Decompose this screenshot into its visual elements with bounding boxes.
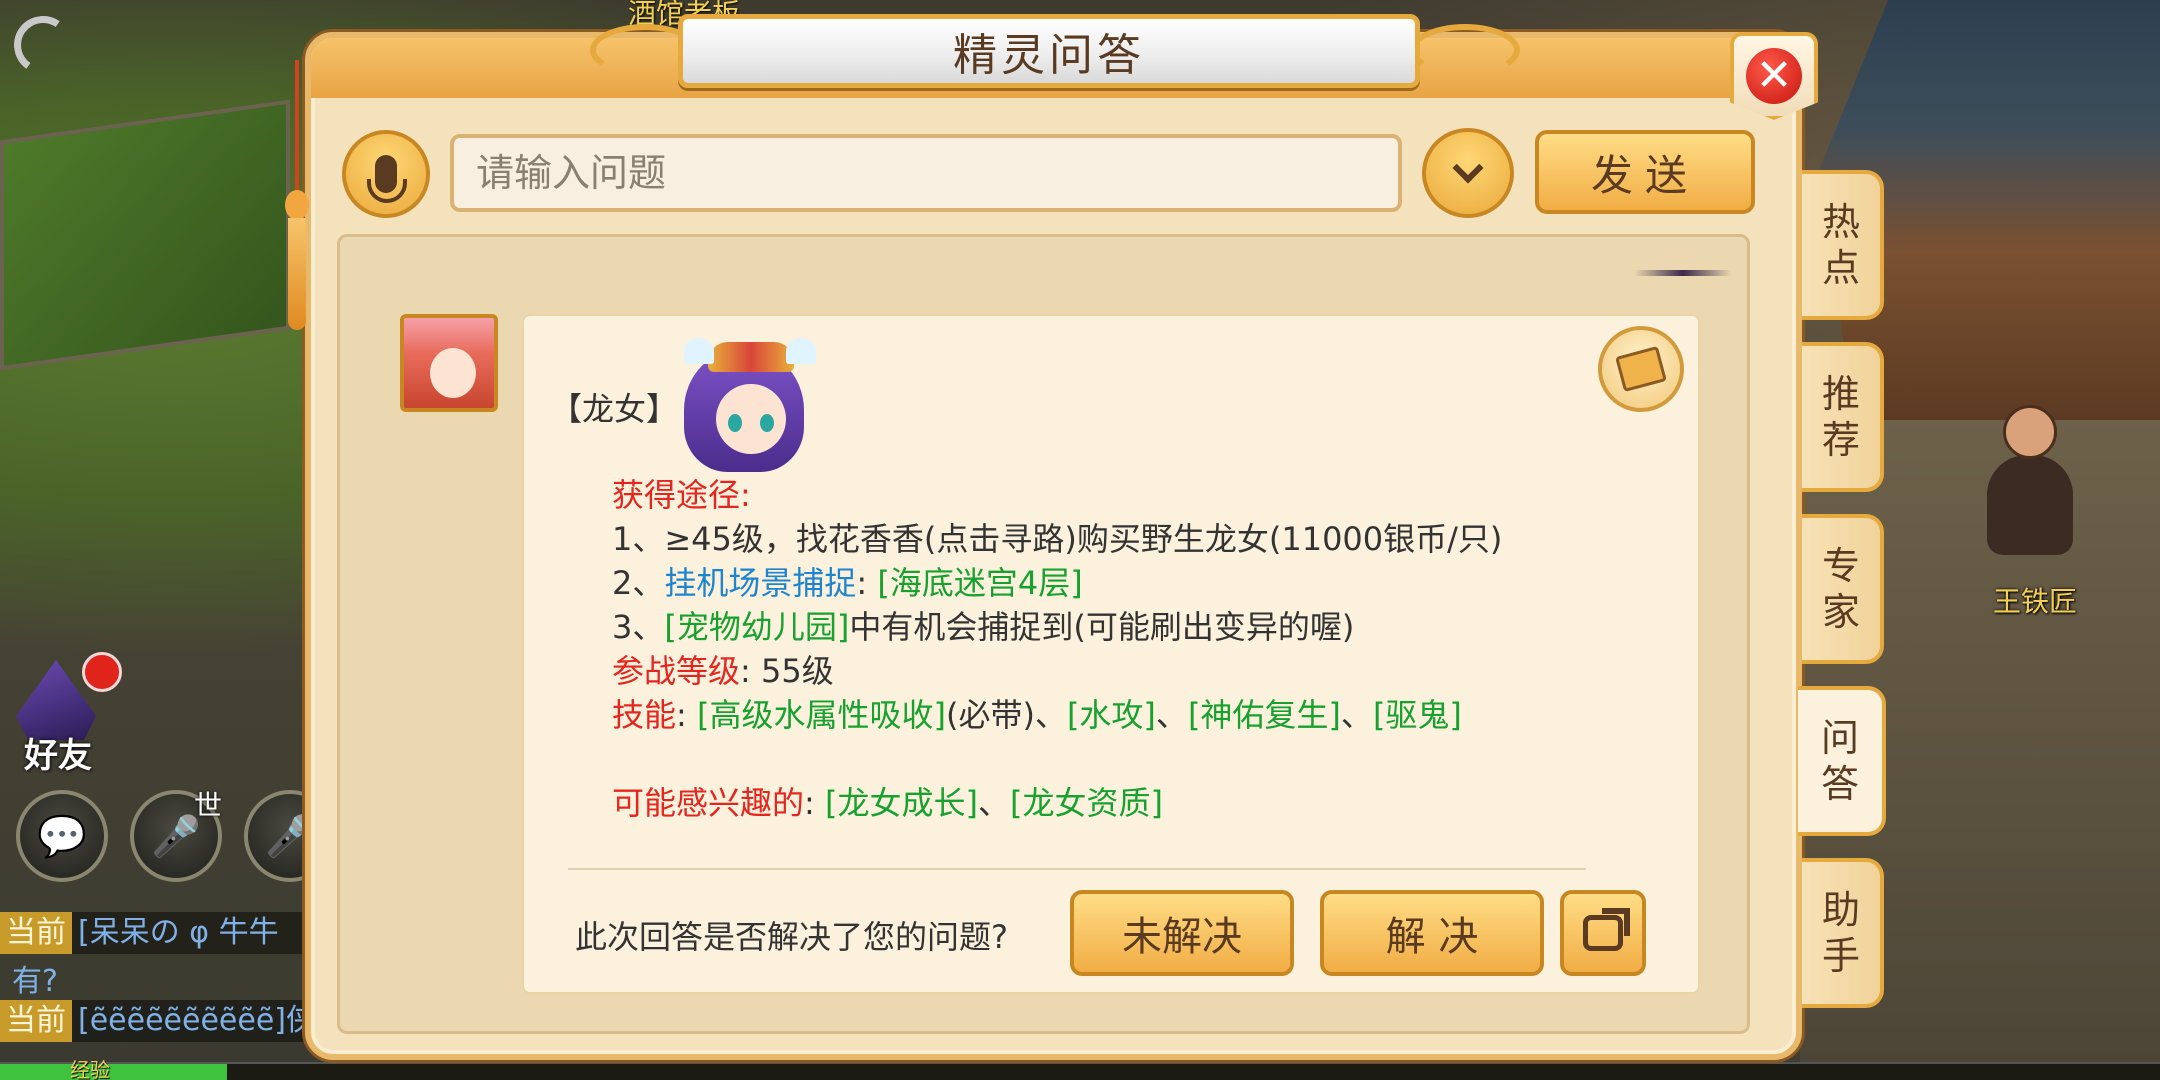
- tab-label: 热 点: [1821, 200, 1860, 290]
- tassel-tail: [288, 218, 306, 330]
- skills-label: 技能: [612, 696, 677, 734]
- dialog-title: 精灵问答: [953, 30, 1145, 81]
- interest-label: 可能感兴趣的: [612, 784, 805, 822]
- divider: [568, 868, 1586, 870]
- npc-body: [1987, 455, 2073, 555]
- tab-recommend[interactable]: 推 荐: [1802, 342, 1884, 492]
- world-voice-tag: 世: [193, 789, 222, 822]
- pet-crown: [708, 342, 794, 372]
- skill-link[interactable]: [驱鬼]: [1373, 696, 1462, 734]
- battle-level-value: : 55级: [740, 652, 834, 690]
- tab-expert[interactable]: 专 家: [1802, 514, 1884, 664]
- chat-channel: 当前: [0, 1000, 72, 1042]
- share-icon: [1583, 915, 1623, 951]
- place-link-pet-kindergarten[interactable]: [宠物幼儿园]: [664, 608, 849, 646]
- share-button[interactable]: [1560, 890, 1646, 976]
- skill-link[interactable]: [神佑复生]: [1188, 696, 1341, 734]
- solved-button[interactable]: 解 决: [1320, 890, 1544, 976]
- obtain-line-3: 3、[宠物幼儿园]中有机会捕捉到(可能刷出变异的喔): [612, 606, 1354, 648]
- chat-channel: 当前: [0, 912, 72, 954]
- pet-wing: [684, 338, 714, 364]
- exp-bar-fill: [0, 1064, 227, 1080]
- obtain-line-1: 1、≥45级，找花香香(点击寻路)购买野生龙女(11000银币/只): [612, 520, 1503, 558]
- battle-level-line: 参战等级: 55级: [612, 650, 834, 692]
- encyclopedia-button[interactable]: [1598, 326, 1684, 412]
- tab-assistant[interactable]: 助 手: [1802, 858, 1884, 1008]
- scroll-indicator[interactable]: [1634, 270, 1732, 276]
- exp-bar: [0, 1062, 2160, 1080]
- title-plate: 精灵问答: [678, 14, 1420, 88]
- tab-label: 专 家: [1821, 544, 1860, 634]
- tab-label: 助 手: [1821, 888, 1860, 978]
- close-icon: ✕: [1746, 48, 1802, 104]
- chevron-down-icon: [1452, 152, 1484, 184]
- chat-line[interactable]: 当前 [呆呆の φ 牛牛: [0, 912, 310, 954]
- pet-portrait[interactable]: [678, 334, 820, 474]
- pet-face: [716, 384, 786, 454]
- interest-colon: :: [804, 784, 825, 822]
- tab-label: 问 答: [1820, 716, 1859, 806]
- close-button[interactable]: ✕: [1730, 32, 1818, 120]
- chat-text: 有?: [12, 964, 58, 999]
- chat-icon: 💬: [37, 813, 87, 860]
- send-button[interactable]: 发送: [1535, 130, 1755, 214]
- skill-link[interactable]: [水攻]: [1067, 696, 1156, 734]
- tab-label: 推 荐: [1821, 372, 1860, 462]
- obtain-heading: 获得途径:: [612, 476, 751, 514]
- tassel-cord: [295, 60, 299, 190]
- interest-sep: 、: [977, 784, 1010, 822]
- idle-capture-link[interactable]: 挂机场景捕捉: [664, 564, 856, 602]
- tab-qa[interactable]: 问 答: [1798, 686, 1886, 836]
- book-icon: [1615, 345, 1667, 393]
- npc-head: [2003, 405, 2057, 459]
- skill-sep: 、: [1155, 696, 1188, 734]
- skill-note: (必带)、: [945, 696, 1067, 734]
- line-prefix: 2、: [612, 564, 665, 602]
- notification-dot: [82, 652, 122, 692]
- chat-text: [ẽẽẽẽẽẽẽẽẽẽ]侠义: [78, 1003, 310, 1038]
- skills-colon: :: [676, 696, 697, 734]
- world-voice-button[interactable]: 🎤 世: [130, 789, 222, 882]
- scene-grass: [0, 99, 290, 371]
- chat-line[interactable]: 当前[ẽẽẽẽẽẽẽẽẽẽ]侠义: [0, 1000, 310, 1042]
- history-dropdown-button[interactable]: [1422, 128, 1514, 218]
- skill-link[interactable]: [高级水属性吸收]: [697, 696, 946, 734]
- place-link-undersea-maze[interactable]: [海底迷宫4层]: [877, 564, 1082, 602]
- battle-level-label: 参战等级: [612, 652, 741, 690]
- pet-wing: [786, 338, 816, 364]
- npc-blacksmith[interactable]: [1975, 395, 2085, 565]
- skill-sep: 、: [1340, 696, 1373, 734]
- obtain-line-2: 2、挂机场景捕捉: [海底迷宫4层]: [612, 562, 1083, 604]
- line-prefix: 3、: [612, 608, 665, 646]
- friend-label: 好友: [24, 736, 92, 776]
- pet-eye: [728, 414, 742, 432]
- line-rest: 中有机会捕捉到(可能刷出变异的喔): [849, 608, 1355, 646]
- skills-line: 技能: [高级水属性吸收](必带)、[水攻]、[神佑复生]、[驱鬼]: [612, 694, 1462, 736]
- exp-label: 经验: [70, 1058, 110, 1080]
- sprite-avatar: [400, 314, 498, 412]
- sprite-face: [430, 348, 476, 398]
- question-input[interactable]: [450, 134, 1402, 212]
- tassel-decoration: [283, 60, 311, 330]
- title-swirl-right: [1410, 24, 1520, 76]
- related-link[interactable]: [龙女资质]: [1010, 784, 1163, 822]
- tassel-knot: [285, 190, 309, 220]
- pet-eye: [760, 414, 774, 432]
- related-link[interactable]: [龙女成长]: [825, 784, 978, 822]
- voice-input-button[interactable]: [342, 130, 430, 218]
- feedback-question: 此次回答是否解决了您的问题?: [575, 918, 1008, 956]
- chat-text: [呆呆の φ 牛牛: [78, 915, 279, 950]
- interest-line: 可能感兴趣的: [龙女成长]、[龙女资质]: [612, 782, 1163, 824]
- pet-name: 【龙女】: [550, 390, 679, 428]
- npc-name-label: 王铁匠: [1992, 585, 2077, 618]
- tab-hot[interactable]: 热 点: [1802, 170, 1884, 320]
- line-sep: :: [856, 564, 878, 602]
- mic-icon: [367, 155, 407, 203]
- friend-button[interactable]: 好友: [10, 652, 122, 776]
- chat-button[interactable]: 💬: [16, 790, 108, 882]
- unsolved-button[interactable]: 未解决: [1070, 890, 1294, 976]
